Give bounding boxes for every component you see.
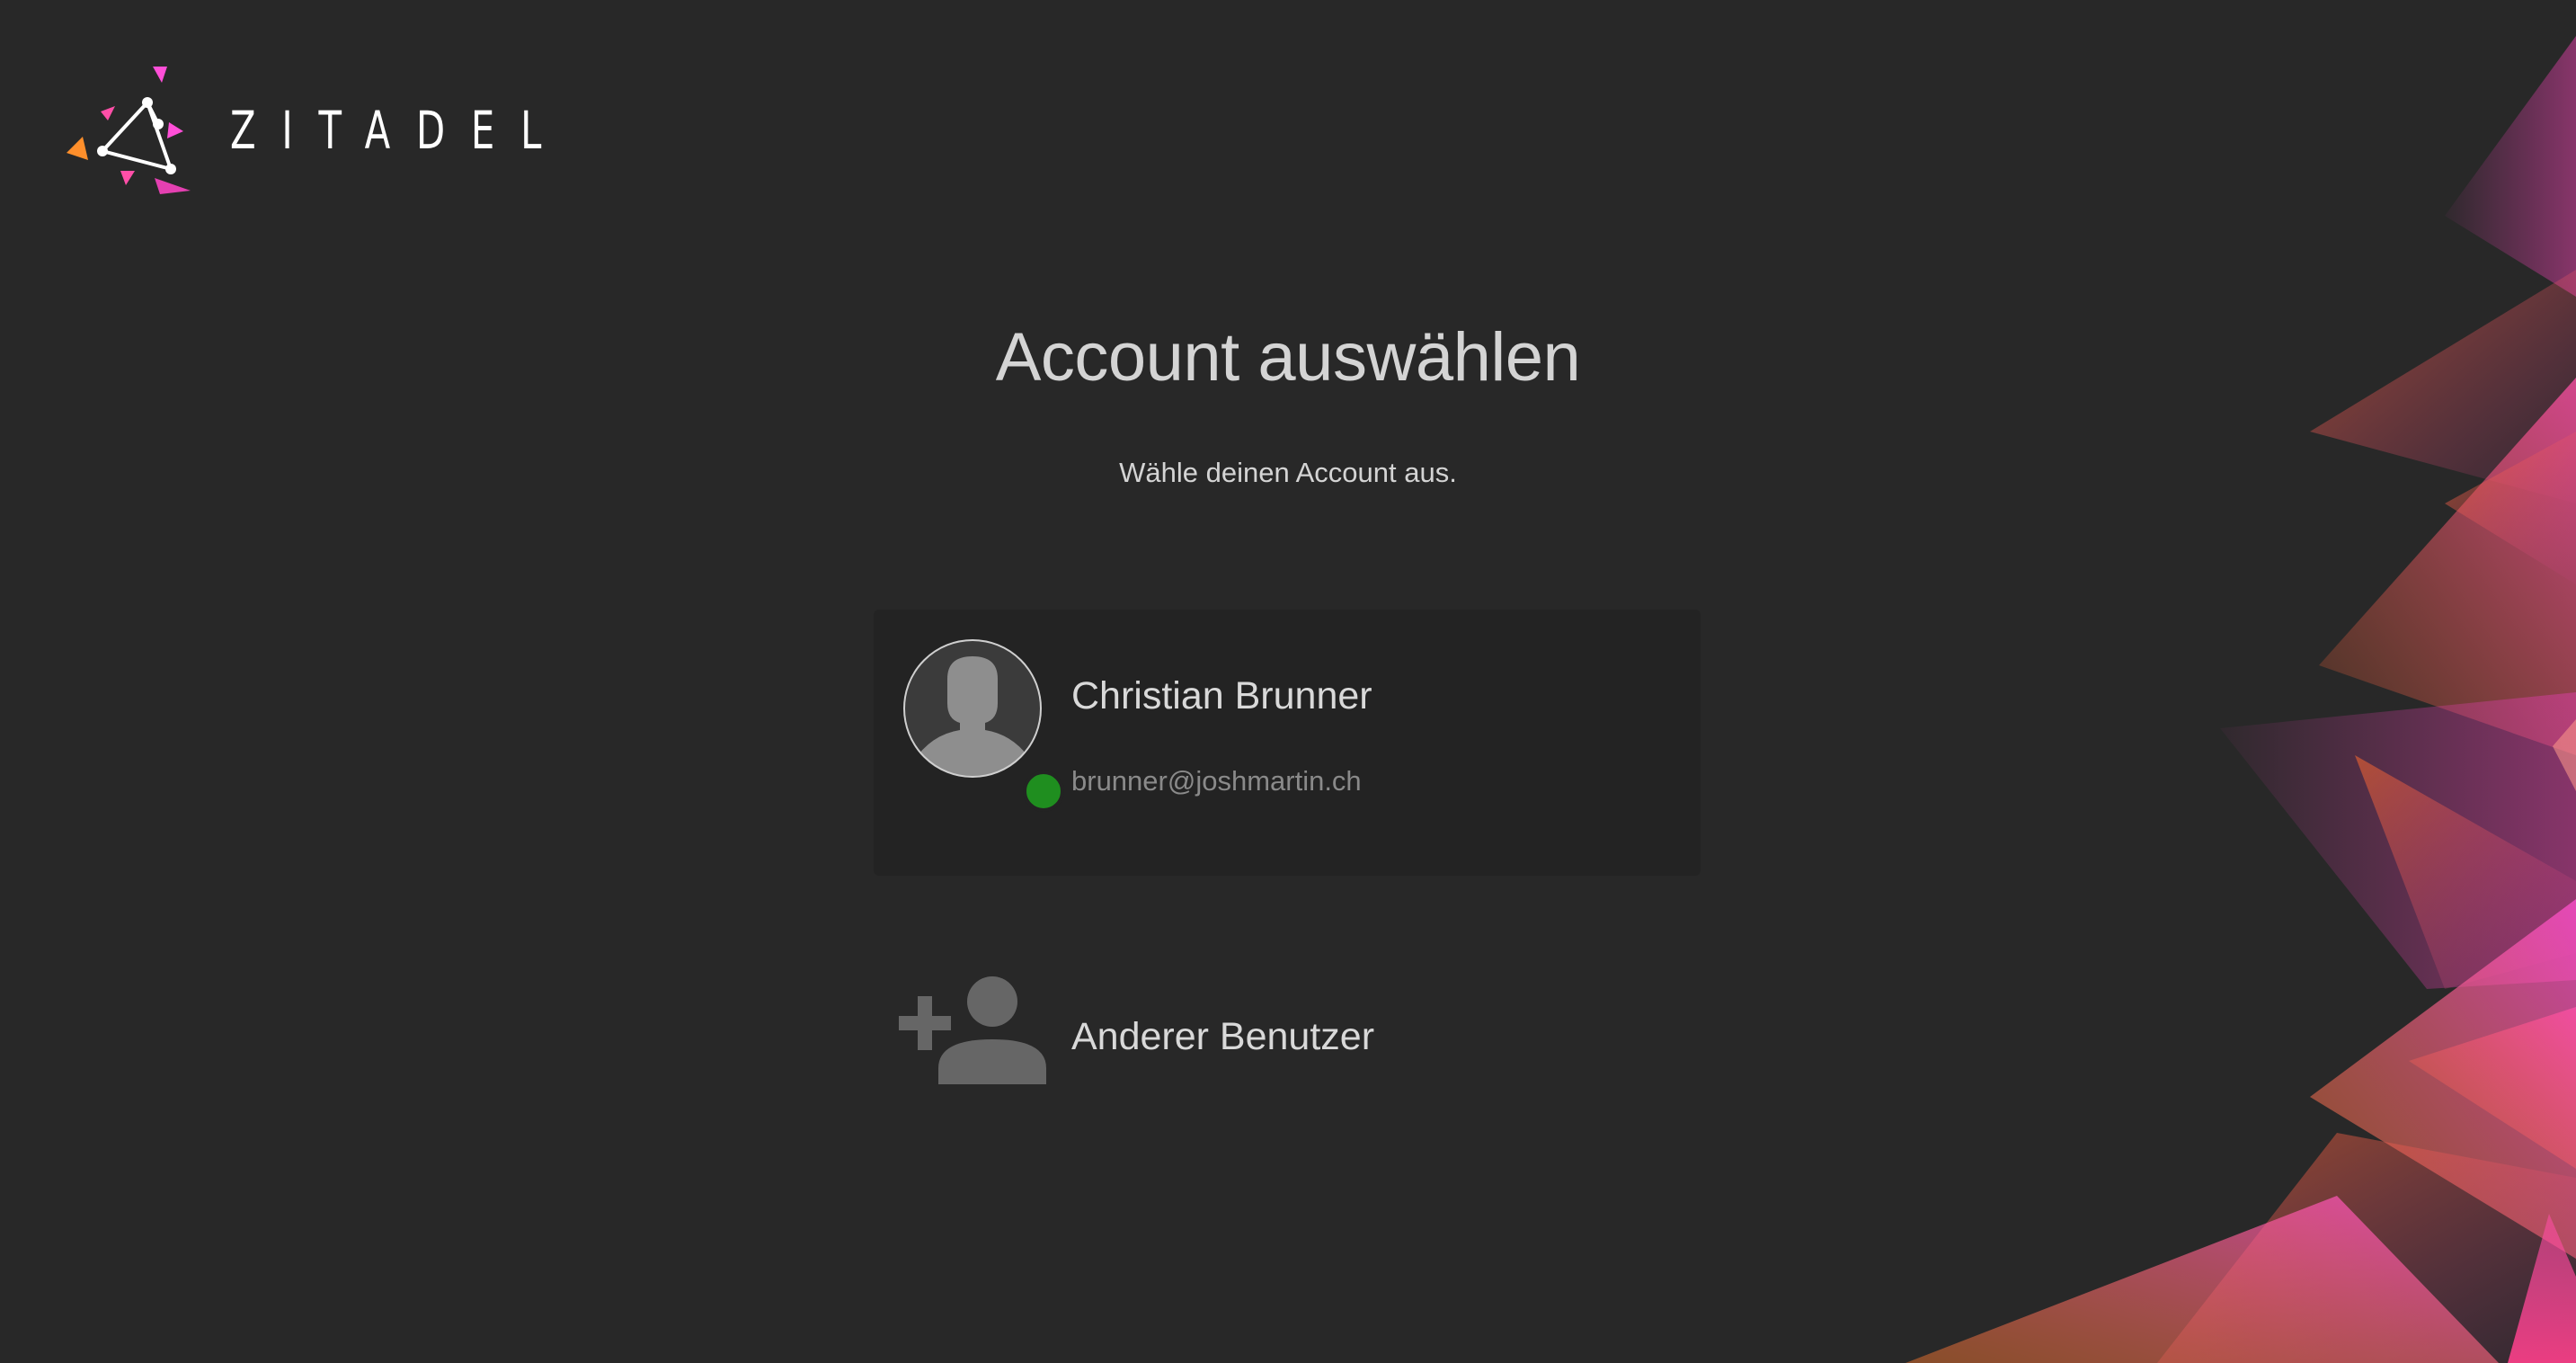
page-title: Account auswählen <box>995 319 1581 396</box>
page-subtitle: Wähle deinen Account aus. <box>1119 457 1457 488</box>
account-name: Christian Brunner <box>1071 674 1372 717</box>
account-email: brunner@joshmartin.ch <box>1071 765 1362 797</box>
zitadel-logo: ZITADEL <box>65 63 698 198</box>
add-person-icon <box>899 976 1046 1084</box>
logo-text: ZITADEL <box>230 100 568 161</box>
account-selection-page: ZITADEL Account auswählen Wähle deinen A… <box>0 0 2576 1363</box>
add-user-icon <box>899 975 1046 1084</box>
avatar <box>902 638 1064 812</box>
other-user-button[interactable]: Anderer Benutzer <box>874 962 1701 1097</box>
online-status-indicator <box>1023 771 1064 812</box>
account-item[interactable]: Christian Brunner brunner@joshmartin.ch <box>874 610 1701 876</box>
zitadel-logo-mark-icon <box>67 67 191 194</box>
user-silhouette-icon <box>903 639 1042 778</box>
other-user-label: Anderer Benutzer <box>1071 1015 1375 1058</box>
